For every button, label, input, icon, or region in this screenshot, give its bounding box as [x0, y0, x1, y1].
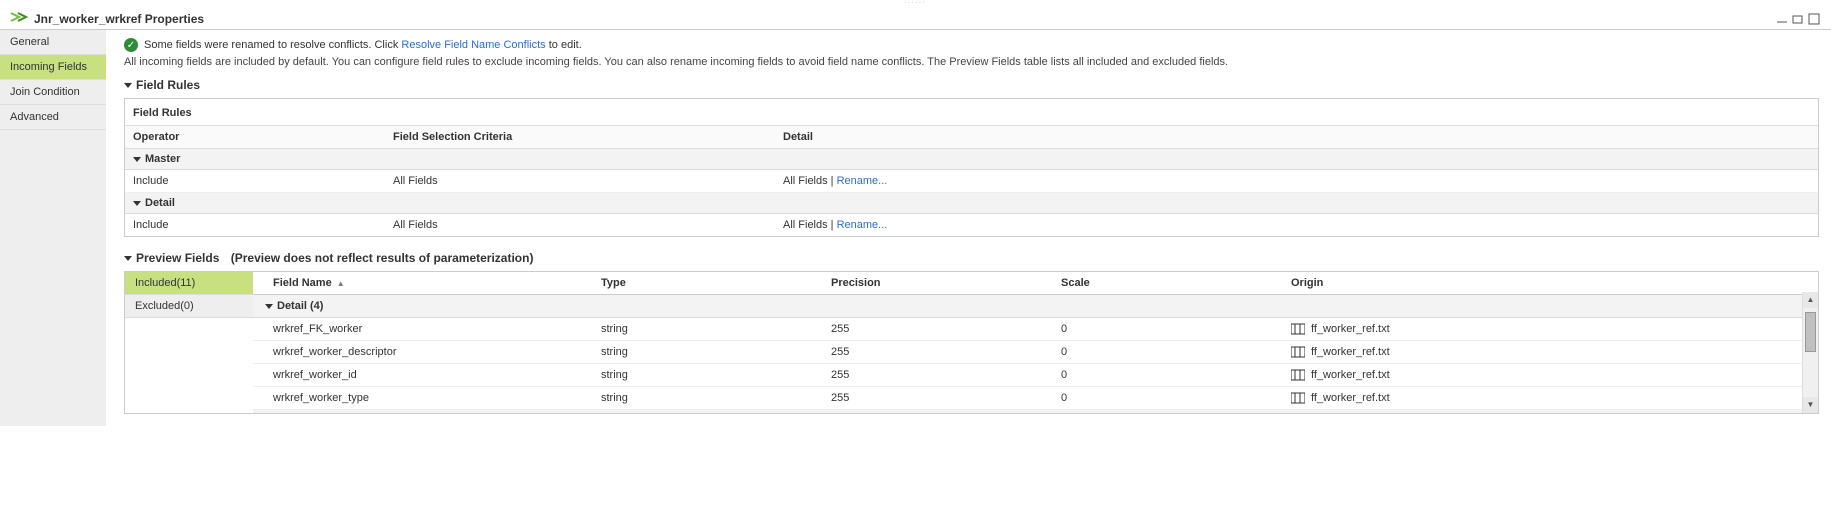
group-label: Detail — [145, 197, 175, 209]
check-icon: ✓ — [124, 38, 138, 52]
field-rules-toggle[interactable]: Field Rules — [124, 78, 200, 92]
table-icon — [1291, 369, 1305, 381]
preview-table: Field Name ▲ Type Precision Scale Origin… — [253, 272, 1818, 413]
maximize-button[interactable] — [1807, 13, 1821, 25]
resolve-conflicts-link[interactable]: Resolve Field Name Conflicts — [401, 39, 545, 51]
cell-scale: 0 — [1053, 364, 1283, 386]
preview-row[interactable]: wrkref_FK_workerstring2550ff_worker_ref.… — [253, 318, 1818, 341]
cell-precision: 255 — [823, 364, 1053, 386]
cell-origin: ff_worker_ref.txt — [1283, 364, 1818, 386]
rules-row[interactable]: IncludeAll FieldsAll Fields | Rename... — [125, 214, 1818, 236]
caret-down-icon — [124, 83, 132, 88]
sort-asc-icon: ▲ — [337, 279, 345, 288]
window-controls — [1775, 13, 1821, 25]
cell-field-name: wrkref_worker_descriptor — [253, 341, 593, 363]
cell-type: string — [593, 364, 823, 386]
field-rules-box: Field Rules Operator Field Selection Cri… — [124, 98, 1819, 237]
col-origin[interactable]: Origin — [1283, 272, 1818, 294]
table-icon — [1291, 392, 1305, 404]
group-label: Detail (4) — [277, 300, 323, 312]
cell-field-name: wrkref_worker_type — [253, 387, 593, 409]
tab-incoming-fields[interactable]: Incoming Fields — [0, 55, 106, 80]
preview-tabs: Included(11)Excluded(0) — [125, 272, 253, 413]
side-tabs: General Incoming Fields Join Condition A… — [0, 30, 106, 426]
field-rules-header: Operator Field Selection Criteria Detail — [125, 125, 1818, 149]
preview-row[interactable]: wrkref_worker_typestring2550ff_worker_re… — [253, 387, 1818, 410]
rename-link[interactable]: Rename... — [837, 219, 888, 231]
col-detail: Detail — [775, 126, 1818, 148]
col-scale[interactable]: Scale — [1053, 272, 1283, 294]
preview-tab-excluded[interactable]: Excluded(0) — [125, 295, 253, 318]
caret-down-icon — [133, 201, 141, 206]
cell-precision: 255 — [823, 318, 1053, 340]
cell-detail: All Fields | Rename... — [775, 214, 1818, 236]
tab-general[interactable]: General — [0, 30, 106, 55]
joiner-icon — [10, 11, 28, 26]
cell-field-name: wrkref_FK_worker — [253, 318, 593, 340]
scroll-down-button[interactable]: ▼ — [1803, 397, 1818, 413]
resize-handle-top[interactable]: :::::: — [0, 0, 1831, 8]
caret-down-icon — [133, 157, 141, 162]
cell-scale: 0 — [1053, 341, 1283, 363]
cell-type: string — [593, 387, 823, 409]
col-field-name[interactable]: Field Name ▲ — [253, 272, 593, 294]
col-precision[interactable]: Precision — [823, 272, 1053, 294]
rules-group-row[interactable]: Detail — [125, 193, 1818, 214]
cell-precision: 255 — [823, 387, 1053, 409]
cell-type: string — [593, 318, 823, 340]
tab-join-condition[interactable]: Join Condition — [0, 80, 106, 105]
cell-origin: ff_worker_ref.txt — [1283, 387, 1818, 409]
preview-row[interactable]: wrkref_worker_idstring2550ff_worker_ref.… — [253, 364, 1818, 387]
preview-group-row[interactable]: Master (7) — [253, 410, 1818, 413]
table-icon — [1291, 346, 1305, 358]
preview-fields-label: Preview Fields — [136, 251, 219, 265]
cell-type: string — [593, 341, 823, 363]
rename-link[interactable]: Rename... — [837, 175, 888, 187]
preview-fields-toggle[interactable]: Preview Fields (Preview does not reflect… — [124, 251, 1819, 265]
cell-precision: 255 — [823, 341, 1053, 363]
preview-box: Included(11)Excluded(0) Field Name ▲ Typ… — [124, 271, 1819, 414]
info-text: Some fields were renamed to resolve conf… — [144, 39, 582, 51]
preview-row[interactable]: wrkref_worker_descriptorstring2550ff_wor… — [253, 341, 1818, 364]
tab-advanced[interactable]: Advanced — [0, 105, 106, 130]
preview-header-row: Field Name ▲ Type Precision Scale Origin — [253, 272, 1818, 295]
group-label: Master — [145, 153, 180, 165]
scroll-thumb[interactable] — [1805, 312, 1816, 352]
caret-down-icon — [124, 256, 132, 261]
cell-scale: 0 — [1053, 318, 1283, 340]
restore-button[interactable] — [1791, 13, 1805, 25]
info-bar: ✓ Some fields were renamed to resolve co… — [124, 38, 1819, 52]
col-operator: Operator — [125, 126, 385, 148]
cell-criteria: All Fields — [385, 214, 775, 236]
table-icon — [1291, 323, 1305, 335]
cell-scale: 0 — [1053, 387, 1283, 409]
content-area: ✓ Some fields were renamed to resolve co… — [106, 30, 1831, 426]
description-text: All incoming fields are included by defa… — [124, 56, 1819, 68]
field-rules-toggle-label: Field Rules — [136, 78, 200, 92]
titlebar: Jnr_worker_wrkref Properties — [0, 8, 1831, 30]
preview-note: (Preview does not reflect results of par… — [231, 251, 534, 265]
col-type[interactable]: Type — [593, 272, 823, 294]
info-text-post: to edit. — [546, 39, 582, 51]
preview-tab-included[interactable]: Included(11) — [125, 272, 253, 295]
col-field-name-label: Field Name — [273, 277, 332, 289]
cell-detail: All Fields | Rename... — [775, 170, 1818, 192]
preview-group-row[interactable]: Detail (4) — [253, 295, 1818, 318]
cell-criteria: All Fields — [385, 170, 775, 192]
rules-row[interactable]: IncludeAll FieldsAll Fields | Rename... — [125, 170, 1818, 193]
cell-field-name: wrkref_worker_id — [253, 364, 593, 386]
col-criteria: Field Selection Criteria — [385, 126, 775, 148]
info-text-pre: Some fields were renamed to resolve conf… — [144, 39, 401, 51]
minimize-button[interactable] — [1775, 13, 1789, 25]
cell-origin: ff_worker_ref.txt — [1283, 341, 1818, 363]
caret-down-icon — [265, 304, 273, 309]
scroll-up-button[interactable]: ▲ — [1803, 292, 1818, 308]
field-rules-box-title: Field Rules — [125, 99, 1818, 125]
cell-origin: ff_worker_ref.txt — [1283, 318, 1818, 340]
cell-operator: Include — [125, 170, 385, 192]
cell-operator: Include — [125, 214, 385, 236]
rules-group-row[interactable]: Master — [125, 149, 1818, 170]
panel-title: Jnr_worker_wrkref Properties — [34, 12, 204, 26]
vertical-scrollbar[interactable]: ▲ ▼ — [1802, 292, 1818, 413]
